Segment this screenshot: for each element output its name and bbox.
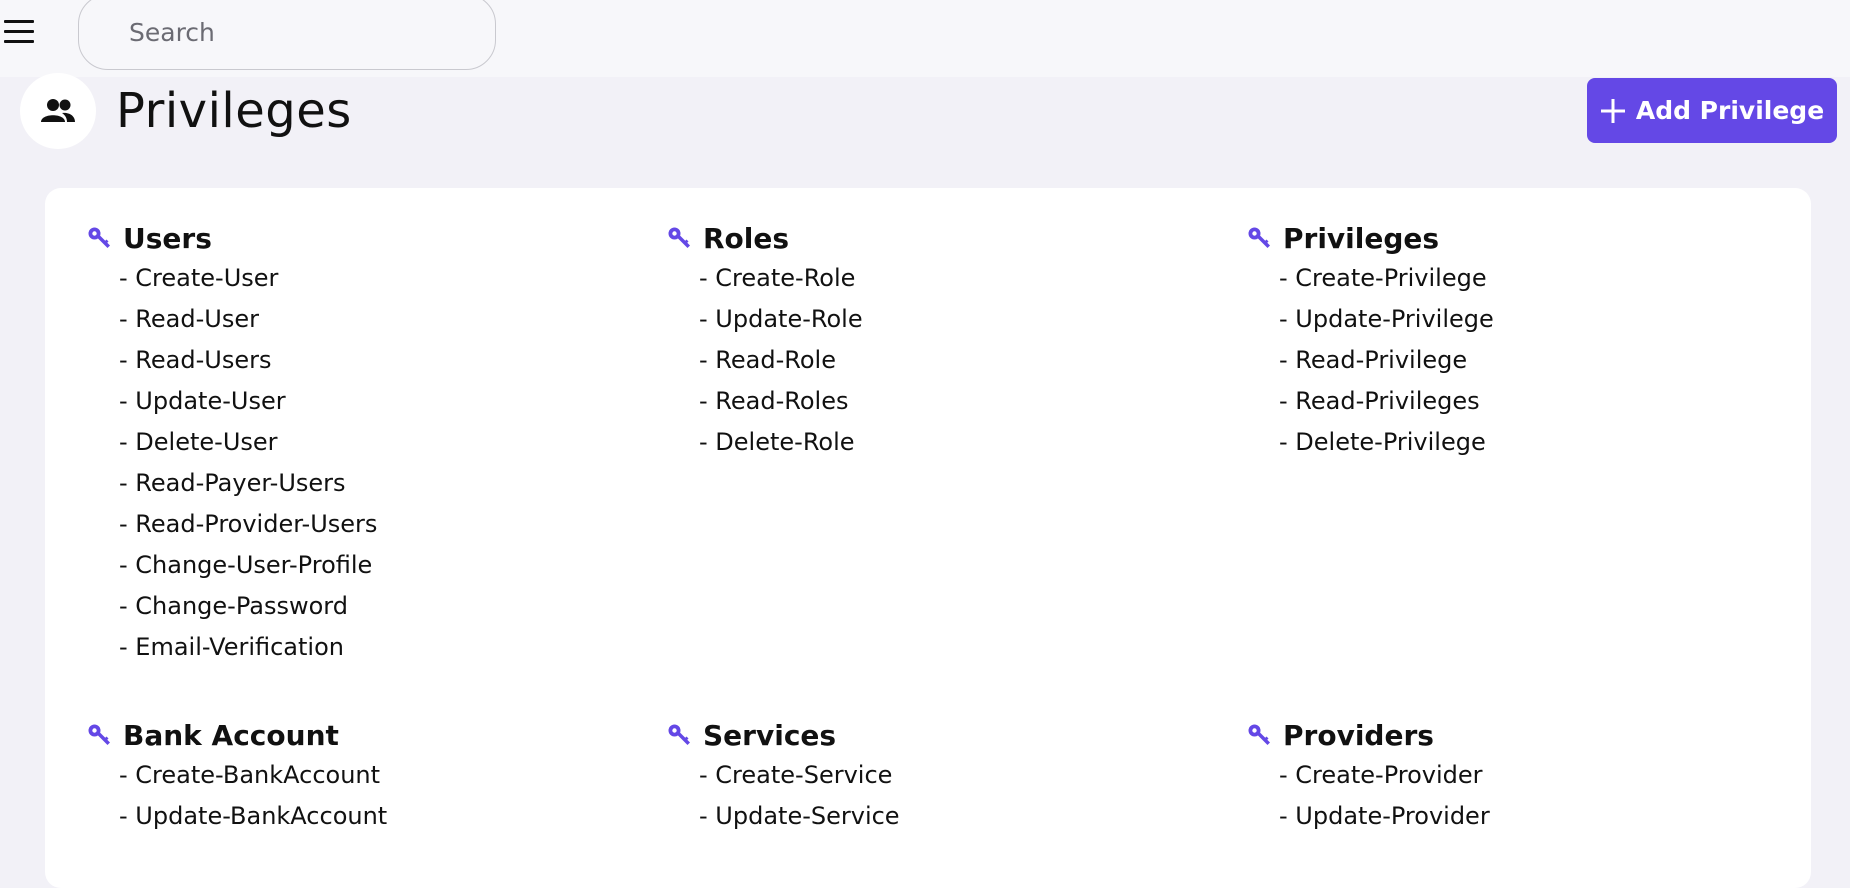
plus-icon xyxy=(1600,98,1626,124)
privilege-group-providers: Providers - Create-Provider - Update-Pro… xyxy=(1247,715,1767,837)
search-input[interactable] xyxy=(78,0,496,70)
privilege-item: - Update-Provider xyxy=(1279,802,1490,830)
page-title: Privileges xyxy=(116,83,352,139)
group-header: Roles xyxy=(667,218,1187,258)
privileges-card: Users - Create-User - Read-User - Read-U… xyxy=(45,188,1811,888)
privilege-item: - Read-Provider-Users xyxy=(119,510,378,538)
group-header: Bank Account xyxy=(87,715,607,755)
privilege-item: - Delete-Privilege xyxy=(1279,428,1486,456)
group-title: Services xyxy=(703,718,837,752)
group-header: Privileges xyxy=(1247,218,1767,258)
privilege-item: - Delete-User xyxy=(119,428,278,456)
privilege-item: - Create-BankAccount xyxy=(119,761,381,789)
privilege-item: - Read-Payer-Users xyxy=(119,469,346,497)
privilege-item: - Update-BankAccount xyxy=(119,802,388,830)
privilege-item: - Update-Privilege xyxy=(1279,305,1494,333)
privilege-item: - Read-Privileges xyxy=(1279,387,1480,415)
privilege-list: - Create-User - Read-User - Read-Users -… xyxy=(87,258,607,668)
key-icon xyxy=(1247,723,1271,747)
privilege-item: - Read-Role xyxy=(699,346,836,374)
group-title: Privileges xyxy=(1283,221,1440,255)
group-title: Roles xyxy=(703,221,790,255)
privilege-item: - Create-Role xyxy=(699,264,856,292)
privilege-item: - Email-Verification xyxy=(119,633,344,661)
hamburger-menu-icon[interactable] xyxy=(4,20,34,44)
privilege-item: - Change-Password xyxy=(119,592,348,620)
add-privilege-button[interactable]: Add Privilege xyxy=(1587,78,1837,143)
privilege-item: - Create-Privilege xyxy=(1279,264,1487,292)
privilege-group-users: Users - Create-User - Read-User - Read-U… xyxy=(87,218,607,668)
privilege-item: - Change-User-Profile xyxy=(119,551,373,579)
page-header: Privileges xyxy=(20,72,352,150)
privilege-group-bank-account: Bank Account - Create-BankAccount - Upda… xyxy=(87,715,607,837)
privilege-item: - Read-Privilege xyxy=(1279,346,1468,374)
privilege-list: - Create-BankAccount - Update-BankAccoun… xyxy=(87,755,607,837)
people-icon xyxy=(20,73,96,149)
privilege-item: - Delete-Role xyxy=(699,428,855,456)
privilege-group-services: Services - Create-Service - Update-Servi… xyxy=(667,715,1187,837)
privilege-group-roles: Roles - Create-Role - Update-Role - Read… xyxy=(667,218,1187,463)
key-icon xyxy=(667,723,691,747)
privilege-item: - Create-User xyxy=(119,264,279,292)
privilege-item: - Create-Service xyxy=(699,761,893,789)
privilege-item: - Update-User xyxy=(119,387,286,415)
privilege-item: - Update-Service xyxy=(699,802,900,830)
group-title: Providers xyxy=(1283,718,1434,752)
privilege-list: - Create-Provider - Update-Provider xyxy=(1247,755,1767,837)
group-header: Providers xyxy=(1247,715,1767,755)
key-icon xyxy=(87,723,111,747)
group-header: Services xyxy=(667,715,1187,755)
key-icon xyxy=(87,226,111,250)
privilege-item: - Read-User xyxy=(119,305,259,333)
top-bar xyxy=(0,0,1850,77)
key-icon xyxy=(667,226,691,250)
group-title: Users xyxy=(123,221,212,255)
privilege-list: - Create-Privilege - Update-Privilege - … xyxy=(1247,258,1767,463)
privilege-group-privileges: Privileges - Create-Privilege - Update-P… xyxy=(1247,218,1767,463)
privilege-list: - Create-Service - Update-Service xyxy=(667,755,1187,837)
privilege-item: - Read-Roles xyxy=(699,387,849,415)
key-icon xyxy=(1247,226,1271,250)
group-title: Bank Account xyxy=(123,718,339,752)
add-privilege-label: Add Privilege xyxy=(1635,96,1825,125)
privilege-item: - Read-Users xyxy=(119,346,272,374)
privilege-item: - Create-Provider xyxy=(1279,761,1483,789)
privilege-item: - Update-Role xyxy=(699,305,863,333)
group-header: Users xyxy=(87,218,607,258)
privilege-list: - Create-Role - Update-Role - Read-Role … xyxy=(667,258,1187,463)
